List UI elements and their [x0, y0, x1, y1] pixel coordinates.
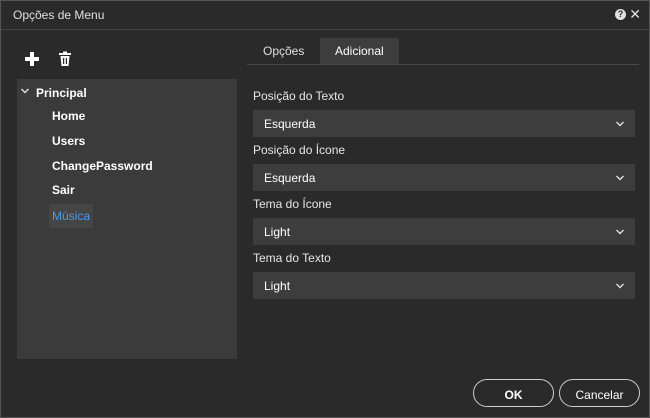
select-value: Light: [264, 225, 291, 239]
select-value: Light: [264, 279, 291, 293]
select-posicao-texto[interactable]: Esquerda: [253, 110, 635, 137]
menu-tree: Principal Home Users ChangePassword Sair…: [17, 79, 237, 359]
chevron-down-icon: [616, 229, 624, 235]
chevron-down-icon[interactable]: [20, 86, 30, 96]
label-posicao-texto: Posição do Texto: [253, 89, 345, 103]
select-tema-icone[interactable]: Light: [253, 218, 635, 245]
tree-root-principal[interactable]: Principal: [17, 83, 237, 103]
label-posicao-icone: Posição do Ícone: [253, 143, 346, 157]
label-tema-texto: Tema do Texto: [253, 251, 331, 265]
tree-item-users[interactable]: Users: [49, 129, 88, 153]
tab-bar: Opções Adicional: [247, 38, 639, 65]
title-bar: Opções de Menu ? ✕: [1, 1, 649, 30]
ok-button[interactable]: OK: [473, 379, 554, 407]
select-value: Esquerda: [264, 171, 316, 185]
cancel-button[interactable]: Cancelar: [559, 379, 640, 407]
add-icon[interactable]: [24, 51, 40, 67]
help-icon[interactable]: ?: [615, 9, 626, 20]
tree-root-label: Principal: [36, 86, 87, 100]
tab-opcoes[interactable]: Opções: [248, 38, 319, 64]
trash-icon[interactable]: [57, 51, 73, 67]
chevron-down-icon: [616, 121, 624, 127]
select-tema-texto[interactable]: Light: [253, 272, 635, 299]
tree-item-changepassword[interactable]: ChangePassword: [49, 154, 156, 178]
tree-item-musica[interactable]: Música: [49, 204, 94, 228]
close-icon[interactable]: ✕: [629, 6, 641, 22]
tab-adicional[interactable]: Adicional: [320, 38, 399, 64]
tree-item-sair[interactable]: Sair: [49, 178, 78, 202]
select-posicao-icone[interactable]: Esquerda: [253, 164, 635, 191]
select-value: Esquerda: [264, 117, 316, 131]
chevron-down-icon: [616, 283, 624, 289]
chevron-down-icon: [616, 175, 624, 181]
menu-options-dialog: Opções de Menu ? ✕ Principal Home Users …: [0, 0, 650, 418]
label-tema-icone: Tema do Ícone: [253, 197, 332, 211]
dialog-title: Opções de Menu: [13, 8, 105, 22]
tree-item-home[interactable]: Home: [49, 104, 88, 128]
